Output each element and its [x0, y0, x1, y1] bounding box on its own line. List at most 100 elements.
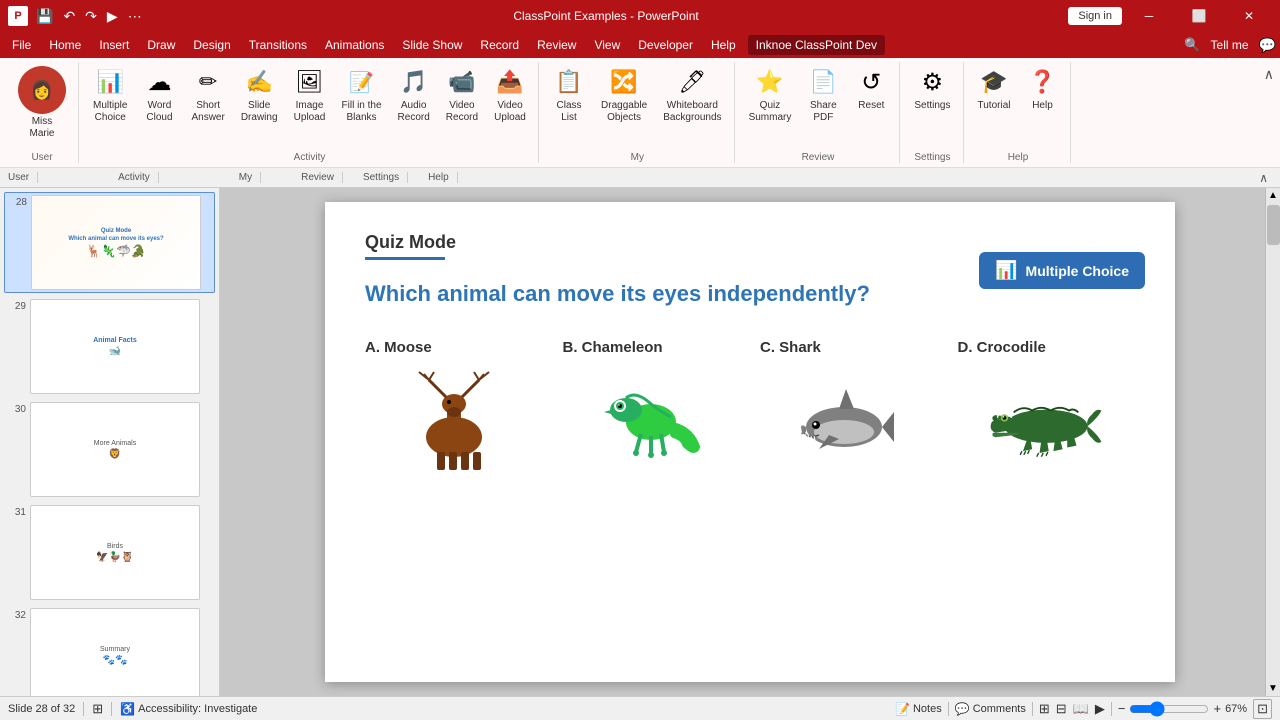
- menu-home[interactable]: Home: [41, 35, 89, 55]
- scroll-up[interactable]: ▲: [1266, 188, 1280, 203]
- fit-slide-icon[interactable]: ⊡: [1253, 699, 1272, 719]
- thumb-img-31: 🦅🦆🦉: [96, 552, 133, 563]
- menu-inknoe[interactable]: Inknoe ClassPoint Dev: [748, 35, 885, 55]
- menu-insert[interactable]: Insert: [91, 35, 137, 55]
- ribbon-audio-record[interactable]: 🎵 AudioRecord: [392, 62, 436, 128]
- slide-thumb-content-31: Birds 🦅🦆🦉: [31, 506, 199, 599]
- slide-thumb-28[interactable]: 28 Quiz Mode Which animal can move its e…: [4, 192, 215, 293]
- class-list-icon: 📋: [553, 66, 585, 98]
- menu-help[interactable]: Help: [703, 35, 744, 55]
- ribbon-draggable-objects[interactable]: 🔀 DraggableObjects: [595, 62, 653, 128]
- scroll-down[interactable]: ▼: [1266, 681, 1280, 696]
- minimize-button[interactable]: ─: [1126, 0, 1172, 32]
- status-right: 📝 Notes 💬 Comments ⊞ ⊟ 📖 ▶ − + 67% ⊡: [895, 699, 1272, 719]
- slide-thumb-29[interactable]: 29 Animal Facts 🐋: [4, 297, 215, 396]
- ribbon-user-avatar[interactable]: 👩 MissMarie: [12, 62, 72, 144]
- menu-review[interactable]: Review: [529, 35, 584, 55]
- ribbon-help[interactable]: ❓ Help: [1020, 62, 1064, 116]
- ribbon-help-items: 🎓 Tutorial ❓ Help: [972, 62, 1065, 150]
- ribbon-reset[interactable]: ↺ Reset: [849, 62, 893, 116]
- quick-undo[interactable]: ↶: [61, 8, 77, 25]
- menu-view[interactable]: View: [586, 35, 628, 55]
- image-upload-icon: 🖼: [294, 66, 326, 98]
- ribbon-fill-blanks[interactable]: 📝 Fill in theBlanks: [336, 62, 388, 128]
- titlebar-left: P 💾 ↶ ↷ ▶ ⋯: [8, 6, 144, 26]
- scroll-thumb[interactable]: [1267, 205, 1280, 245]
- menu-slideshow[interactable]: Slide Show: [394, 35, 470, 55]
- answer-d-label: D. Crocodile: [958, 339, 1046, 356]
- slide-thumb-content-32: Summary 🐾🐾: [31, 609, 199, 696]
- ribbon-settings[interactable]: ⚙ Settings: [908, 62, 956, 116]
- ribbon-word-cloud[interactable]: ☁ WordCloud: [137, 62, 181, 128]
- slide-num-32: 32: [6, 608, 26, 621]
- ribbon-video-record[interactable]: 📹 VideoRecord: [440, 62, 484, 128]
- slide-drawing-label: SlideDrawing: [241, 100, 278, 124]
- restore-button[interactable]: ⬜: [1176, 0, 1222, 32]
- menu-record[interactable]: Record: [472, 35, 527, 55]
- notes-label: Notes: [913, 703, 942, 715]
- ribbon-quiz-summary[interactable]: ⭐ QuizSummary: [743, 62, 798, 128]
- slide-canvas[interactable]: Quiz Mode 📊 Multiple Choice Which animal…: [325, 202, 1175, 682]
- slide-thumb-32[interactable]: 32 Summary 🐾🐾: [4, 606, 215, 696]
- ribbon-short-answer[interactable]: ✏ ShortAnswer: [185, 62, 230, 128]
- view-presenter[interactable]: ▶: [1095, 701, 1105, 717]
- view-normal[interactable]: ⊞: [1039, 701, 1050, 717]
- menu-draw[interactable]: Draw: [139, 35, 183, 55]
- slide-thumb-30[interactable]: 30 More Animals 🦁: [4, 400, 215, 499]
- thumb-question-28: Which animal can move its eyes?: [68, 236, 163, 242]
- ribbon-share-pdf[interactable]: 📄 SharePDF: [801, 62, 845, 128]
- quick-redo[interactable]: ↷: [83, 8, 99, 25]
- ribbon-slide-drawing[interactable]: ✍ SlideDrawing: [235, 62, 284, 128]
- ribbon-my-items: 📋 ClassList 🔀 DraggableObjects 🖊 Whitebo…: [547, 62, 728, 150]
- menu-transitions[interactable]: Transitions: [241, 35, 315, 55]
- settings-icon: ⚙: [916, 66, 948, 98]
- zoom-control[interactable]: − + 67%: [1118, 701, 1247, 717]
- ribbon-collapse[interactable]: ∧: [1264, 62, 1274, 163]
- menu-design[interactable]: Design: [185, 35, 238, 55]
- view-reading[interactable]: 📖: [1073, 701, 1089, 717]
- quick-save[interactable]: 💾: [34, 8, 55, 25]
- ribbon-settings-items: ⚙ Settings: [908, 62, 956, 150]
- menu-tellme[interactable]: Tell me: [1203, 35, 1257, 55]
- notes-btn[interactable]: 📝 Notes: [895, 702, 942, 716]
- ribbon-activity-items: 📊 MultipleChoice ☁ WordCloud ✏ ShortAnsw…: [87, 62, 532, 150]
- ribbon-image-upload[interactable]: 🖼 ImageUpload: [288, 62, 332, 128]
- ribbon-whiteboard-bg[interactable]: 🖊 WhiteboardBackgrounds: [657, 62, 727, 128]
- ribbon-group-user-items: 👩 MissMarie: [12, 62, 72, 150]
- section-review-label: Review: [261, 172, 343, 183]
- slide-layout-icon[interactable]: ⊞: [92, 701, 103, 717]
- ribbon-group-my: 📋 ClassList 🔀 DraggableObjects 🖊 Whitebo…: [541, 62, 735, 163]
- menubar: File Home Insert Draw Design Transitions…: [0, 32, 1280, 58]
- vertical-scrollbar[interactable]: ▲ ▼: [1265, 188, 1280, 696]
- badge-label: Multiple Choice: [1026, 263, 1129, 279]
- answer-a-text: Moose: [384, 339, 432, 356]
- ribbon-collapse-button[interactable]: ∧: [1255, 171, 1272, 185]
- slide-preview-30: More Animals 🦁: [30, 402, 200, 497]
- search-icon[interactable]: 🔍: [1184, 37, 1200, 53]
- quick-more[interactable]: ⋯: [126, 8, 144, 25]
- menu-developer[interactable]: Developer: [630, 35, 701, 55]
- thumb-animals-28: 🦌🦎🦈🐊: [86, 244, 146, 258]
- close-button[interactable]: ✕: [1226, 0, 1272, 32]
- slide-thumb-content-29: Animal Facts 🐋: [31, 300, 199, 393]
- slide-panel: 28 Quiz Mode Which animal can move its e…: [0, 188, 220, 696]
- sign-in-button[interactable]: Sign in: [1068, 7, 1122, 25]
- zoom-in-icon[interactable]: +: [1213, 701, 1221, 716]
- menu-file[interactable]: File: [4, 35, 39, 55]
- ribbon-video-upload[interactable]: 📤 VideoUpload: [488, 62, 532, 128]
- comments-icon[interactable]: 💬: [1259, 37, 1276, 54]
- slide-thumb-31[interactable]: 31 Birds 🦅🦆🦉: [4, 503, 215, 602]
- ribbon-multiple-choice[interactable]: 📊 MultipleChoice: [87, 62, 133, 128]
- whiteboard-bg-icon: 🖊: [676, 66, 708, 98]
- view-slide-sorter[interactable]: ⊟: [1056, 701, 1067, 717]
- menu-animations[interactable]: Animations: [317, 35, 392, 55]
- quick-present[interactable]: ▶: [105, 8, 120, 25]
- ribbon-tutorial[interactable]: 🎓 Tutorial: [972, 62, 1017, 116]
- comments-btn[interactable]: 💬 Comments: [955, 702, 1026, 716]
- zoom-out-icon[interactable]: −: [1118, 701, 1126, 716]
- section-activity-label: Activity: [38, 172, 159, 183]
- view-presenter-icon: ▶: [1095, 701, 1105, 717]
- multiple-choice-badge[interactable]: 📊 Multiple Choice: [979, 252, 1145, 289]
- ribbon-class-list[interactable]: 📋 ClassList: [547, 62, 591, 128]
- zoom-slider[interactable]: [1129, 701, 1209, 717]
